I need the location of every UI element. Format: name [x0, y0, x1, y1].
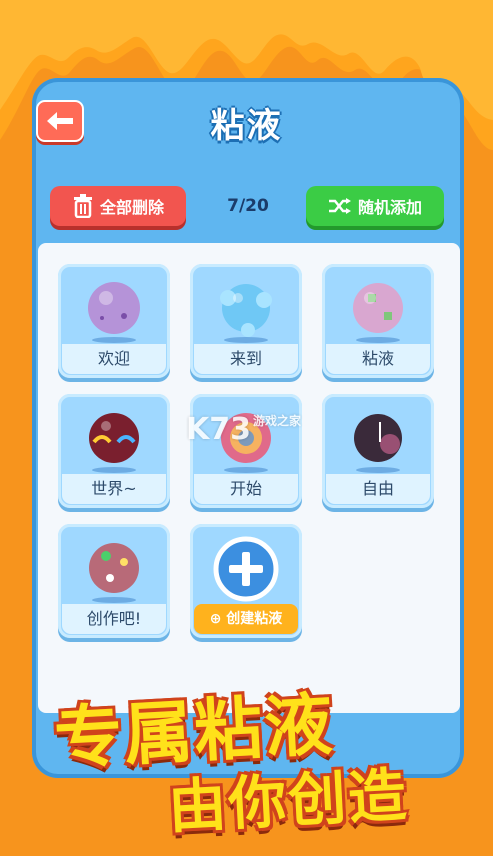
slime-name: 世界~: [62, 474, 166, 504]
slime-name: 自由: [326, 474, 430, 504]
create-slime-label: 创建粘液: [226, 611, 283, 627]
slime-card-4[interactable]: 世界~: [58, 394, 170, 508]
slime-ball-icon: [88, 282, 140, 343]
page-title: 粘液: [210, 106, 283, 146]
slime-card-6[interactable]: 自由: [322, 394, 434, 508]
slime-name: 创作吧!: [62, 604, 166, 634]
plus-icon: [213, 536, 279, 602]
slime-name: 欢迎: [62, 344, 166, 374]
shuffle-icon: [328, 198, 351, 214]
slime-card-3[interactable]: 粘液: [322, 264, 434, 378]
watermark-text: K73: [186, 412, 251, 447]
trash-icon: [73, 194, 92, 218]
slime-name: 来到: [194, 344, 298, 374]
slime-name: 开始: [194, 474, 298, 504]
watermark: K73 游戏之家: [186, 412, 301, 447]
slime-ball-icon: [89, 413, 139, 473]
slime-name: 粘液: [326, 344, 430, 374]
clear-all-label: 全部删除: [99, 198, 164, 217]
slime-card-7[interactable]: 创作吧!: [58, 524, 170, 638]
plus-circle-icon: ⊕: [209, 611, 222, 627]
slime-card-1[interactable]: 欢迎: [58, 264, 170, 378]
slogan-line-2: 由你创造: [166, 760, 410, 842]
create-slime-card[interactable]: ⊕ 创建粘液: [190, 524, 302, 638]
slime-ball-icon: [353, 283, 403, 343]
slime-count: 7/20: [227, 196, 269, 216]
clear-all-button[interactable]: 全部删除: [50, 186, 186, 226]
random-add-button[interactable]: 随机添加: [306, 186, 444, 226]
random-add-label: 随机添加: [357, 198, 422, 217]
slime-ball-icon: [89, 543, 139, 603]
create-slime-button[interactable]: ⊕ 创建粘液: [194, 604, 298, 634]
watermark-sub: 游戏之家: [253, 414, 302, 428]
slime-ball-icon: [354, 414, 402, 473]
slime-card-2[interactable]: 来到: [190, 264, 302, 378]
slime-ball-icon: [220, 284, 272, 343]
